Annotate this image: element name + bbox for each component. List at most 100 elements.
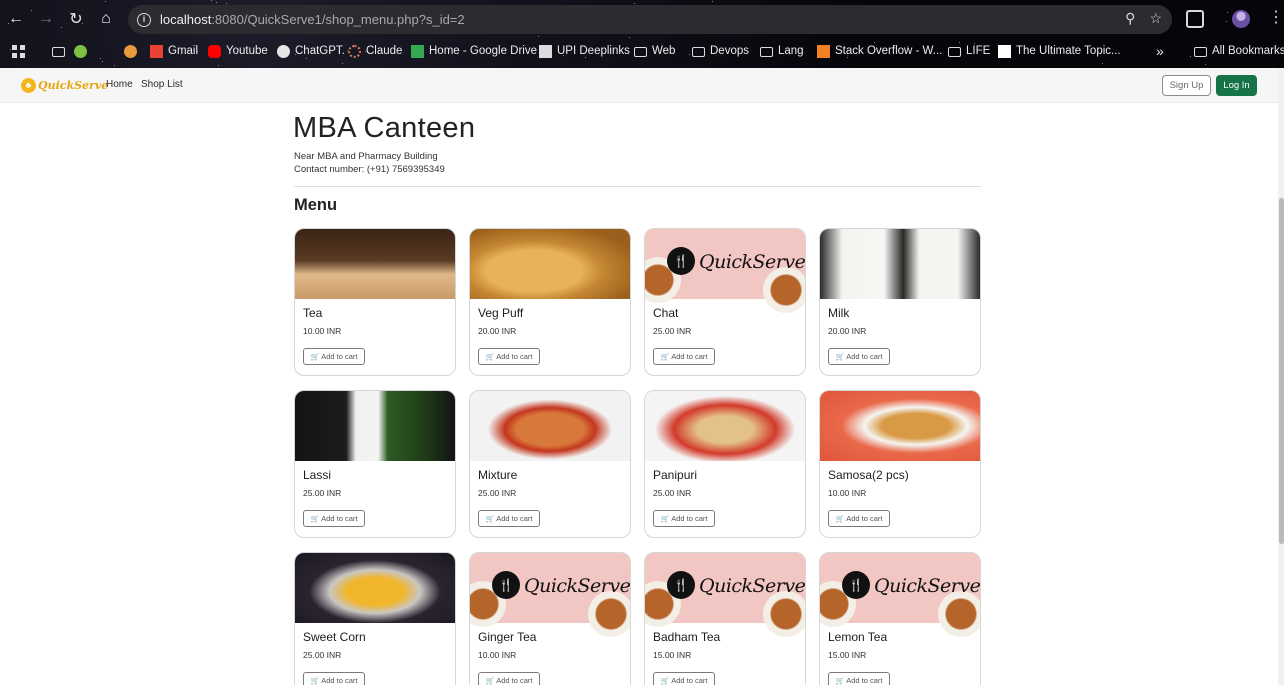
coffee-cup-decoration xyxy=(588,591,630,637)
bookmark-label: Gmail xyxy=(168,45,199,57)
bookmark-item[interactable] xyxy=(124,43,137,59)
kebab-menu-icon[interactable]: ⋮ xyxy=(1268,9,1284,27)
url-path: :8080/QuickServe1/shop_menu.php?s_id=2 xyxy=(211,12,465,27)
forward-arrow-icon[interactable]: → xyxy=(33,6,59,32)
star-decoration xyxy=(105,1,106,2)
bookmark-item[interactable]: ChatGPT. xyxy=(277,43,345,59)
bookmark-label: Claude xyxy=(366,45,403,57)
bookmark-item[interactable] xyxy=(74,43,87,59)
placeholder-logo-text: QuickServe xyxy=(874,575,981,597)
page-scrollbar-thumb[interactable] xyxy=(1279,198,1284,544)
cart-icon: 🛒 xyxy=(310,515,320,523)
menu-item-card: 🍴 QuickServe Lemon Tea 15.00 INR 🛒 Add to car… xyxy=(819,552,981,685)
bookmark-item[interactable] xyxy=(52,43,65,59)
shop-address: Near MBA and Pharmacy Building xyxy=(294,151,438,162)
bookmark-item[interactable]: » xyxy=(1156,43,1164,59)
bookmark-item[interactable]: Lang xyxy=(760,43,804,59)
bookmark-item[interactable]: Devops xyxy=(692,43,749,59)
panipuri-image xyxy=(645,391,805,461)
star-decoration xyxy=(1226,21,1227,22)
star-decoration xyxy=(211,0,212,1)
placeholder-logo-text: QuickServe xyxy=(699,251,806,273)
add-to-cart-button[interactable]: 🛒 Add to cart xyxy=(653,348,715,365)
veg-puff-image xyxy=(470,229,630,299)
nav-link-home[interactable]: Home xyxy=(106,79,133,90)
menu-item-card: 🍴 QuickServe Badham Tea 15.00 INR 🛒 Add to ca… xyxy=(644,552,806,685)
bookmark-item[interactable]: Youtube xyxy=(208,43,268,59)
folder-icon xyxy=(948,47,961,57)
samosa-image xyxy=(820,391,980,461)
menu-item-price: 25.00 INR xyxy=(478,488,517,498)
add-to-cart-button[interactable]: 🛒 Add to cart xyxy=(303,672,365,685)
log-in-button[interactable]: Log In xyxy=(1216,75,1257,96)
menu-item-card: Milk 20.00 INR 🛒 Add to cart xyxy=(819,228,981,376)
quickserve-placeholder-image: 🍴 QuickServe xyxy=(645,229,806,313)
add-to-cart-button[interactable]: 🛒 Add to cart xyxy=(478,672,540,685)
cart-icon: 🛒 xyxy=(310,677,320,685)
menu-item-name: Milk xyxy=(828,306,850,320)
menu-item-name: Lemon Tea xyxy=(828,630,888,644)
bookmark-label: All Bookmarks xyxy=(1212,45,1284,57)
nav-link-shop-list[interactable]: Shop List xyxy=(141,79,183,90)
star-decoration xyxy=(114,65,115,66)
add-to-cart-button[interactable]: 🛒 Add to cart xyxy=(653,510,715,527)
quickserve-placeholder-image: 🍴 QuickServe xyxy=(645,553,805,637)
cart-icon: 🛒 xyxy=(835,353,845,361)
add-to-cart-button[interactable]: 🛒 Add to cart xyxy=(303,510,365,527)
star-decoration xyxy=(1205,64,1206,65)
apps-grid-icon xyxy=(12,44,25,58)
add-to-cart-button[interactable]: 🛒 Add to cart xyxy=(828,672,890,685)
bookmark-item[interactable]: LIFE xyxy=(948,43,990,59)
bookmark-item[interactable]: UPI Deeplinks xyxy=(539,43,630,59)
add-to-cart-button[interactable]: 🛒 Add to cart xyxy=(828,510,890,527)
coffee-cup-decoration xyxy=(763,591,805,637)
bookmark-item[interactable]: Stack Overflow - W... xyxy=(817,43,942,59)
bookmark-item[interactable] xyxy=(12,43,25,59)
brand-logo[interactable]: ♣ QuickServe xyxy=(21,78,108,93)
folder-icon xyxy=(634,47,647,57)
fork-knife-icon: 🍴 xyxy=(667,247,695,275)
url-text[interactable]: localhost:8080/QuickServe1/shop_menu.php… xyxy=(160,12,465,27)
menu-item-price: 15.00 INR xyxy=(653,650,692,660)
quickserve-placeholder-art: 🍴 QuickServe xyxy=(645,229,806,313)
add-to-cart-button[interactable]: 🛒 Add to cart xyxy=(303,348,365,365)
quickserve-placeholder-image: 🍴 QuickServe xyxy=(820,553,981,637)
bookmark-item[interactable]: All Bookmarks xyxy=(1194,43,1284,59)
bookmark-label: Lang xyxy=(778,45,804,57)
add-to-cart-button[interactable]: 🛒 Add to cart xyxy=(478,348,540,365)
stackoverflow-icon xyxy=(817,44,830,58)
quickserve-placeholder-art: 🍴 QuickServe xyxy=(470,553,631,637)
sprout-icon xyxy=(74,44,87,58)
back-arrow-icon[interactable]: ← xyxy=(3,6,29,32)
fork-knife-icon: 🍴 xyxy=(667,571,695,599)
reload-icon[interactable]: ↻ xyxy=(63,6,89,32)
menu-item-name: Lassi xyxy=(303,468,332,482)
folder-icon xyxy=(692,47,705,57)
profile-avatar[interactable] xyxy=(1232,10,1250,28)
upi-icon xyxy=(539,44,552,58)
coffee-cup-decoration xyxy=(763,267,805,313)
bookmark-label: ChatGPT. xyxy=(295,45,345,57)
bookmark-star-icon[interactable]: ☆ xyxy=(1149,10,1162,27)
star-decoration xyxy=(216,2,217,3)
extensions-icon[interactable] xyxy=(1186,10,1204,28)
star-decoration xyxy=(226,3,227,4)
bookmark-item[interactable]: The Ultimate Topic... xyxy=(998,43,1121,59)
bookmark-item[interactable]: Home - Google Drive xyxy=(411,43,537,59)
sign-up-button[interactable]: Sign Up xyxy=(1162,75,1211,96)
bookmark-item[interactable]: Web xyxy=(634,43,675,59)
bookmark-label: Devops xyxy=(710,45,749,57)
add-to-cart-button[interactable]: 🛒 Add to cart xyxy=(653,672,715,685)
bookmark-item[interactable]: Gmail xyxy=(150,43,198,59)
zoom-icon[interactable]: ⚲ xyxy=(1125,10,1135,27)
home-icon[interactable]: ⌂ xyxy=(93,6,119,32)
site-info-icon[interactable]: i xyxy=(137,12,151,27)
placeholder-logo-text: QuickServe xyxy=(524,575,631,597)
cart-icon: 🛒 xyxy=(485,677,495,685)
add-to-cart-button[interactable]: 🛒 Add to cart xyxy=(478,510,540,527)
bookmark-item[interactable]: Claude xyxy=(348,43,402,59)
menu-item-name: Veg Puff xyxy=(478,306,524,320)
address-bar[interactable]: i localhost:8080/QuickServe1/shop_menu.p… xyxy=(128,5,1172,34)
add-to-cart-label: Add to cart xyxy=(321,676,358,685)
add-to-cart-button[interactable]: 🛒 Add to cart xyxy=(828,348,890,365)
